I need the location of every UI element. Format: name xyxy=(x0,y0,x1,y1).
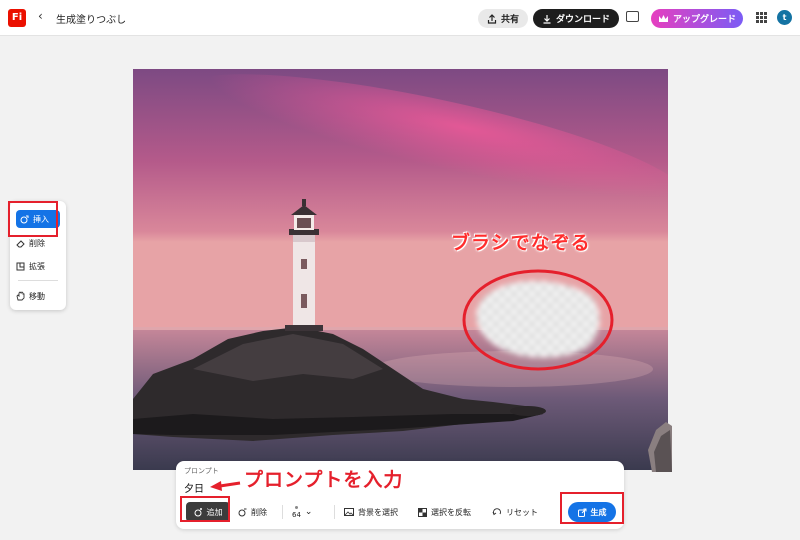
download-label: ダウンロード xyxy=(555,15,610,25)
insert-highlight-box xyxy=(8,201,58,237)
brush-size-value: 64 xyxy=(292,510,301,519)
avatar[interactable]: t xyxy=(777,10,792,25)
toolbar-divider xyxy=(282,505,283,519)
prompt-label: プロンプト xyxy=(184,467,219,475)
brush-annotation: ブラシでなぞる xyxy=(451,232,591,254)
upgrade-button[interactable]: アップグレード xyxy=(651,9,743,28)
app-logo[interactable]: Fi xyxy=(8,9,26,27)
tool-move[interactable]: 移動 xyxy=(16,287,45,305)
expand-icon xyxy=(16,262,25,271)
brush-size-display: 64 xyxy=(292,505,301,519)
panel-divider xyxy=(18,280,58,281)
subtract-label: 削除 xyxy=(251,507,267,517)
share-button[interactable]: 共有 xyxy=(478,9,528,28)
tool-expand-label: 拡張 xyxy=(29,261,45,271)
top-bar: Fi ‹ 生成塗りつぶし 共有 ダウンロード アップグレード t xyxy=(0,0,800,36)
add-highlight-box xyxy=(180,496,230,522)
subtract-button[interactable]: 削除 xyxy=(238,502,267,522)
toolbar-divider xyxy=(334,505,335,519)
select-background-label: 背景を選択 xyxy=(358,507,398,517)
share-label: 共有 xyxy=(500,15,519,25)
reset-label: リセット xyxy=(506,507,538,517)
generate-highlight-box xyxy=(560,492,624,524)
image-icon xyxy=(344,508,354,516)
chevron-down-icon: ⌄ xyxy=(304,507,313,517)
subtract-brush-icon xyxy=(238,508,247,517)
tool-remove-label: 削除 xyxy=(29,238,45,248)
upgrade-label: アップグレード xyxy=(672,15,736,25)
apps-grid-icon[interactable] xyxy=(756,12,767,23)
arrow-annotation-icon xyxy=(208,478,242,492)
canvas-image[interactable] xyxy=(133,69,668,470)
page-title: 生成塗りつぶし xyxy=(56,15,127,26)
invert-icon xyxy=(418,507,427,517)
comment-icon[interactable] xyxy=(626,11,639,22)
brush-dot-icon xyxy=(294,505,298,509)
tool-expand[interactable]: 拡張 xyxy=(16,257,45,275)
prompt-annotation: プロンプトを入力 xyxy=(244,469,404,491)
back-icon[interactable]: ‹ xyxy=(38,9,43,23)
reset-button[interactable]: リセット xyxy=(492,502,538,522)
hand-icon xyxy=(16,291,25,301)
download-icon xyxy=(542,14,552,24)
crown-icon xyxy=(658,14,669,23)
reset-icon xyxy=(492,507,502,517)
eraser-icon xyxy=(16,239,25,248)
prompt-input[interactable]: 夕日 xyxy=(184,480,204,495)
share-icon xyxy=(487,13,497,24)
tool-move-label: 移動 xyxy=(29,291,45,301)
select-background-button[interactable]: 背景を選択 xyxy=(344,502,398,522)
download-button[interactable]: ダウンロード xyxy=(533,9,619,28)
brush-size-control[interactable]: 64 ⌄ xyxy=(292,502,312,522)
rock-fragment xyxy=(646,420,672,472)
invert-selection-label: 選択を反転 xyxy=(431,507,471,517)
invert-selection-button[interactable]: 選択を反転 xyxy=(418,502,471,522)
